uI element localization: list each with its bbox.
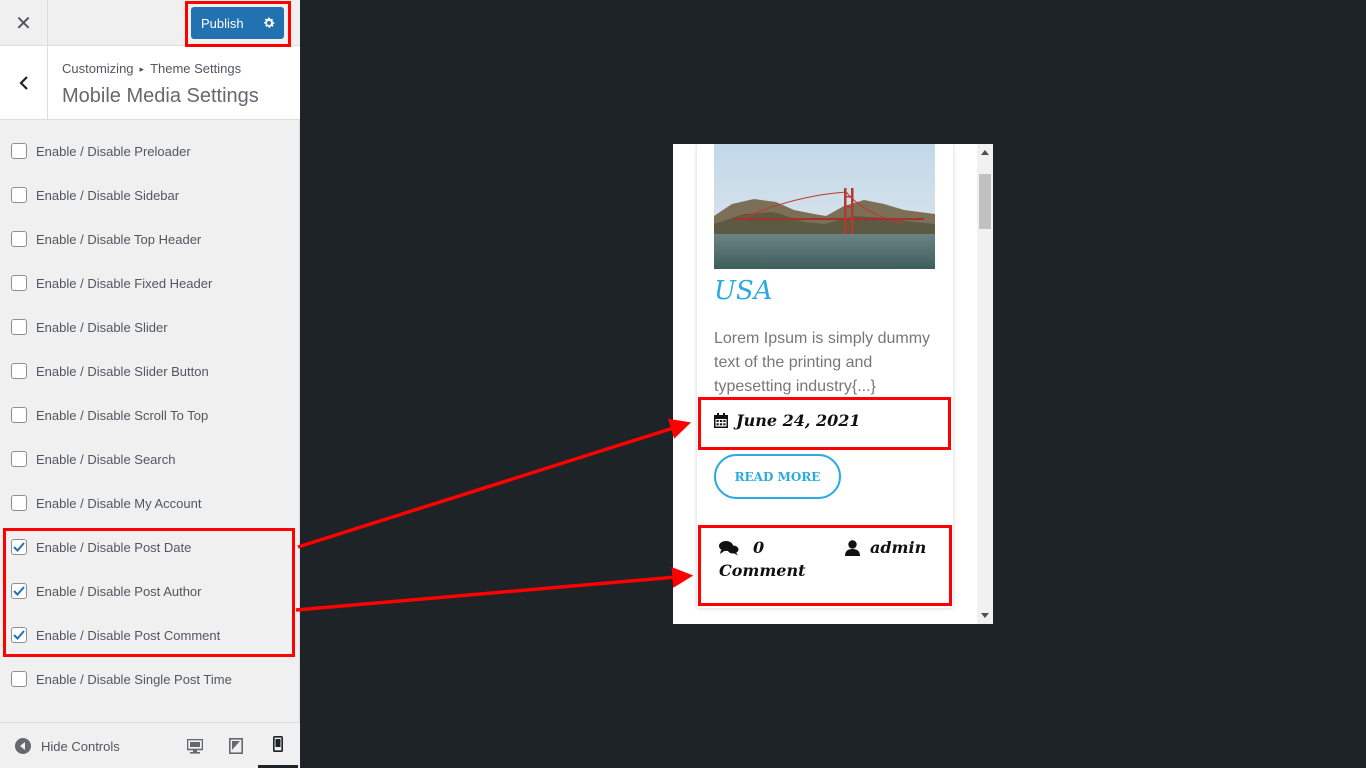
scroll-thumb[interactable] <box>979 174 991 229</box>
option-label: Enable / Disable Fixed Header <box>36 275 213 291</box>
option-label: Enable / Disable Scroll To Top <box>36 407 209 423</box>
comment-label[interactable]: Comment <box>719 561 805 580</box>
post-excerpt: Lorem Ipsum is simply dummy text of the … <box>714 330 931 395</box>
option-checkbox[interactable] <box>11 539 27 555</box>
option-row[interactable]: Enable / Disable Slider Button <box>11 361 209 381</box>
back-chevron-icon <box>18 76 28 90</box>
option-label: Enable / Disable Slider Button <box>36 363 209 379</box>
annotation-arrow-meta <box>295 566 694 612</box>
preview-desktop-button[interactable] <box>175 723 215 768</box>
option-checkbox[interactable] <box>11 363 27 379</box>
option-label: Enable / Disable Search <box>36 451 176 467</box>
option-label: Enable / Disable Post Comment <box>36 627 221 643</box>
option-label: Enable / Disable Post Author <box>36 583 202 599</box>
breadcrumb-root: Customizing <box>62 61 134 76</box>
author-name[interactable]: admin <box>870 538 926 557</box>
option-row[interactable]: Enable / Disable Slider <box>11 317 168 337</box>
option-checkbox[interactable] <box>11 143 27 159</box>
checkmark-icon <box>13 586 25 596</box>
preview-tablet-button[interactable] <box>216 723 256 768</box>
author-meta: admin <box>845 538 926 557</box>
option-checkbox[interactable] <box>11 275 27 291</box>
hide-controls-icon <box>15 738 31 754</box>
mobile-preview: USA Lorem Ipsum is simply dummy text of … <box>673 144 993 624</box>
post-image <box>714 144 935 269</box>
checkmark-icon <box>13 630 25 640</box>
back-button[interactable] <box>0 46 48 120</box>
breadcrumb-parent: Theme Settings <box>150 61 242 76</box>
close-icon: ✕ <box>15 12 32 35</box>
option-label: Enable / Disable Sidebar <box>36 187 180 203</box>
comment-count[interactable]: 0 <box>753 538 764 557</box>
customizer-sidebar: ✕ Publish Customizing ▸ Theme Settings Mob… <box>0 0 300 768</box>
option-row[interactable]: Enable / Disable Preloader <box>11 141 191 161</box>
option-checkbox[interactable] <box>11 187 27 203</box>
option-checkbox[interactable] <box>11 583 27 599</box>
option-row[interactable]: Enable / Disable Scroll To Top <box>11 405 208 425</box>
option-label: Enable / Disable Top Header <box>36 231 202 247</box>
option-label: Enable / Disable Preloader <box>36 143 191 159</box>
comments-icon <box>719 540 739 555</box>
breadcrumb: Customizing ▸ Theme Settings <box>62 61 241 76</box>
comment-meta: 0 <box>719 538 764 557</box>
read-more-button[interactable]: READ MORE <box>714 454 841 499</box>
tablet-icon <box>229 738 243 754</box>
preview-scrollbar[interactable] <box>977 144 993 624</box>
option-row[interactable]: Enable / Disable Post Date <box>11 537 191 557</box>
option-checkbox[interactable] <box>11 231 27 247</box>
user-icon <box>845 539 860 556</box>
option-checkbox[interactable] <box>11 671 27 687</box>
publish-settings-button[interactable] <box>255 7 283 39</box>
calendar-icon <box>714 413 728 428</box>
option-checkbox[interactable] <box>11 407 27 423</box>
post-title[interactable]: USA <box>714 276 773 306</box>
option-label: Enable / Disable Post Date <box>36 539 192 555</box>
option-label: Enable / Disable Single Post Time <box>36 671 232 687</box>
option-checkbox[interactable] <box>11 319 27 335</box>
scroll-up-arrow-icon[interactable] <box>981 150 989 155</box>
option-row[interactable]: Enable / Disable Fixed Header <box>11 273 212 293</box>
option-checkbox[interactable] <box>11 627 27 643</box>
option-row[interactable]: Enable / Disable Post Comment <box>11 625 220 645</box>
gear-icon <box>264 17 275 28</box>
option-row[interactable]: Enable / Disable Sidebar <box>11 185 179 205</box>
option-row[interactable]: Enable / Disable Search <box>11 449 175 469</box>
option-row[interactable]: Enable / Disable Post Author <box>11 581 202 601</box>
golden-gate-photo <box>714 144 935 269</box>
close-button[interactable]: ✕ <box>0 0 48 46</box>
option-row[interactable]: Enable / Disable Top Header <box>11 229 201 249</box>
option-label: Enable / Disable My Account <box>36 495 202 511</box>
hide-controls-label: Hide Controls <box>41 738 120 754</box>
scroll-down-arrow-icon[interactable] <box>981 613 989 618</box>
option-label: Enable / Disable Slider <box>36 319 168 335</box>
option-checkbox[interactable] <box>11 451 27 467</box>
checkmark-icon <box>13 542 25 552</box>
publish-button[interactable]: Publish <box>191 16 255 31</box>
section-title: Mobile Media Settings <box>62 85 259 107</box>
post-card: USA Lorem Ipsum is simply dummy text of … <box>697 144 953 608</box>
desktop-icon <box>187 738 203 754</box>
option-row[interactable]: Enable / Disable Single Post Time <box>11 669 232 689</box>
customizer-header: ✕ Publish <box>0 0 300 46</box>
option-checkbox[interactable] <box>11 495 27 511</box>
publish-button-group: Publish <box>191 7 284 39</box>
preview-mobile-button[interactable] <box>258 723 298 768</box>
mobile-icon <box>273 736 283 752</box>
section-header: Customizing ▸ Theme Settings Mobile Media … <box>0 46 300 120</box>
post-date: June 24, 2021 <box>714 411 861 430</box>
annotation-arrow-date <box>297 418 692 549</box>
option-row[interactable]: Enable / Disable My Account <box>11 493 201 513</box>
hide-controls-button[interactable]: Hide Controls <box>14 737 120 755</box>
customizer-footer: Hide Controls <box>0 722 300 768</box>
breadcrumb-separator-icon: ▸ <box>139 64 145 74</box>
post-date-text: June 24, 2021 <box>736 411 861 430</box>
